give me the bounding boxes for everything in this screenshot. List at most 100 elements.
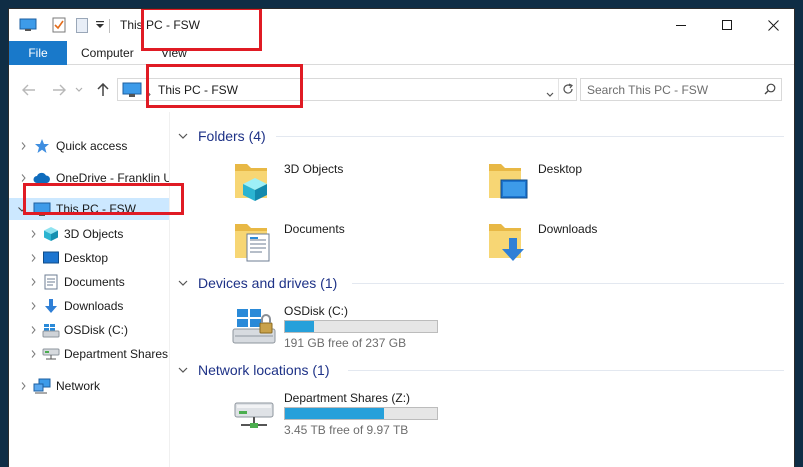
title-bar: This PC - FSW <box>9 9 794 41</box>
chevron-down-icon[interactable] <box>176 129 190 143</box>
file-explorer-window: This PC - FSW File Computer View This PC… <box>8 8 795 467</box>
this-pc-icon <box>122 82 142 101</box>
chevron-right-icon[interactable] <box>28 301 38 311</box>
search-input[interactable] <box>587 82 757 98</box>
chevron-down-icon[interactable] <box>17 204 27 214</box>
chevron-right-icon[interactable] <box>28 349 38 359</box>
this-pc-icon <box>33 200 51 218</box>
this-pc-icon[interactable] <box>19 17 37 33</box>
group-header-folders[interactable]: Folders (4) <box>176 126 266 146</box>
cloud-icon <box>33 169 51 187</box>
network-drive-icon <box>230 389 278 437</box>
windows-drive-icon <box>42 321 60 339</box>
title-separator <box>109 19 110 33</box>
breadcrumb-chevron-icon[interactable] <box>146 87 151 101</box>
address-bar[interactable]: This PC - FSW <box>117 78 577 101</box>
drive-usage-fill <box>285 408 385 419</box>
chevron-down-icon <box>75 87 83 92</box>
chevron-right-icon[interactable] <box>18 173 28 183</box>
ribbon-tabs: File Computer View <box>9 41 794 65</box>
maximize-icon <box>722 20 732 30</box>
network-icon <box>33 377 51 395</box>
drive-free-space: 191 GB free of 237 GB <box>284 336 407 350</box>
chevron-down-icon[interactable] <box>176 276 190 290</box>
sidebar-item-desktop[interactable]: Desktop <box>9 247 169 269</box>
refresh-icon[interactable] <box>562 83 574 98</box>
minimize-icon <box>676 25 686 26</box>
folder-tile-desktop[interactable]: Desktop <box>484 156 714 206</box>
sidebar-item-label: Documents <box>64 275 125 289</box>
sidebar-item-label: This PC - FSW <box>56 202 136 216</box>
group-divider <box>348 370 784 371</box>
drive-name: Department Shares (Z:) <box>284 391 411 405</box>
sidebar-item-label: Desktop <box>64 251 109 265</box>
desktop-icon <box>42 249 60 267</box>
up-button[interactable] <box>93 80 113 100</box>
search-icon[interactable] <box>764 83 776 98</box>
address-path[interactable]: This PC - FSW <box>158 83 238 97</box>
search-box[interactable] <box>580 78 782 101</box>
group-header-devices[interactable]: Devices and drives (1) <box>176 273 337 293</box>
tile-name: Desktop <box>538 162 583 176</box>
chevron-right-icon[interactable] <box>28 325 38 335</box>
address-separator <box>558 79 559 100</box>
back-button[interactable] <box>19 80 39 100</box>
network-drive-icon <box>42 345 60 363</box>
properties-icon[interactable] <box>51 17 67 33</box>
sidebar-item-downloads[interactable]: Downloads <box>9 295 169 317</box>
sidebar-item-label: Quick access <box>56 139 128 153</box>
minimize-button[interactable] <box>658 9 704 41</box>
sidebar-item-label: Network <box>56 379 101 393</box>
tab-file[interactable]: File <box>9 41 67 65</box>
sidebar-item-label: OneDrive - Franklin U <box>56 171 173 185</box>
folder-3d-objects-icon <box>230 156 278 204</box>
sidebar-item-documents[interactable]: Documents <box>9 271 169 293</box>
folder-desktop-icon <box>484 156 532 204</box>
address-history-dropdown-icon[interactable] <box>546 87 554 101</box>
chevron-right-icon[interactable] <box>28 277 38 287</box>
sidebar-item-osdisk[interactable]: OSDisk (C:) <box>9 319 169 341</box>
tab-computer[interactable]: Computer <box>69 41 146 65</box>
group-divider <box>276 136 784 137</box>
folder-downloads-icon <box>484 216 532 264</box>
sidebar-item-quick-access[interactable]: Quick access <box>9 135 169 157</box>
download-arrow-icon <box>42 297 60 315</box>
documents-icon <box>42 273 60 291</box>
forward-button[interactable] <box>49 80 69 100</box>
close-icon <box>767 19 779 31</box>
close-button[interactable] <box>750 9 794 41</box>
chevron-right-icon[interactable] <box>28 229 38 239</box>
sidebar-item-label: 3D Objects <box>64 227 124 241</box>
folder-tile-3d-objects[interactable]: 3D Objects <box>230 156 460 206</box>
group-title: Devices and drives (1) <box>198 275 338 291</box>
chevron-right-icon[interactable] <box>18 381 28 391</box>
star-icon <box>33 137 51 155</box>
address-row: This PC - FSW <box>9 66 794 112</box>
folder-tile-documents[interactable]: Documents <box>230 216 460 266</box>
drive-usage-bar <box>284 407 438 420</box>
maximize-button[interactable] <box>704 9 750 41</box>
tile-name: Documents <box>284 222 345 236</box>
sidebar-item-onedrive[interactable]: OneDrive - Franklin U <box>9 167 173 189</box>
drive-usage-bar <box>284 320 438 333</box>
sidebar-item-3d-objects[interactable]: 3D Objects <box>9 223 169 245</box>
drive-tile-osdisk[interactable]: OSDisk (C:) 191 GB free of 237 GB <box>230 298 490 350</box>
chevron-right-icon[interactable] <box>28 253 38 263</box>
sidebar-item-this-pc[interactable]: This PC - FSW <box>9 198 169 220</box>
group-divider <box>352 283 784 284</box>
chevron-down-icon[interactable] <box>176 363 190 377</box>
drive-tile-department-shares[interactable]: Department Shares (Z:) 3.45 TB free of 9… <box>230 385 490 437</box>
chevron-right-icon[interactable] <box>18 141 28 151</box>
sidebar-item-label: Downloads <box>64 299 124 313</box>
sidebar-item-label: Department Shares <box>64 347 169 361</box>
customize-toolbar-dropdown-icon[interactable] <box>95 17 105 33</box>
new-folder-icon[interactable] <box>75 17 89 33</box>
back-arrow-icon <box>22 84 35 96</box>
recent-locations-button[interactable] <box>73 80 85 100</box>
sidebar-item-network[interactable]: Network <box>9 375 169 397</box>
folder-tile-downloads[interactable]: Downloads <box>484 216 714 266</box>
navigation-pane: Quick access OneDrive - Franklin U This … <box>9 112 173 467</box>
sidebar-item-department-shares[interactable]: Department Shares <box>9 343 169 365</box>
tab-view[interactable]: View <box>149 41 199 65</box>
group-header-network[interactable]: Network locations (1) <box>176 360 330 380</box>
